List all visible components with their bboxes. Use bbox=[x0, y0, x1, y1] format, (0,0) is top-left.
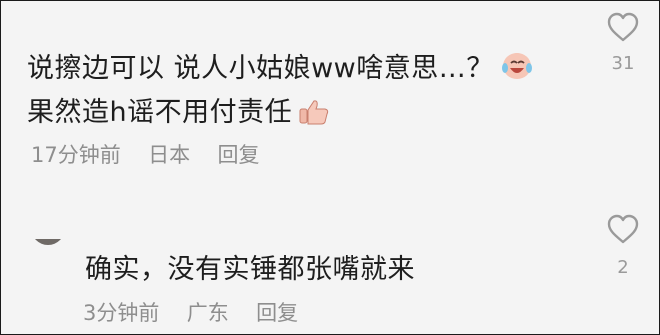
comment-time: 3分钟前 bbox=[83, 301, 160, 325]
comment-text: 说擦边可以 说人小姑娘ww啥意思…？ 果然造h谣不用付责任 bbox=[27, 49, 547, 137]
comment-text: 确实，没有实锤都张嘴就来 bbox=[85, 254, 415, 285]
comment-meta: 3分钟前 广东 回复 bbox=[83, 299, 298, 327]
like-count: 2 bbox=[617, 257, 629, 278]
comment-line-text: 说擦边可以 说人小姑娘ww啥意思…？ bbox=[27, 53, 494, 84]
like-button[interactable]: 31 bbox=[598, 11, 648, 75]
heart-icon bbox=[598, 11, 648, 43]
reply-button[interactable]: 回复 bbox=[217, 141, 259, 169]
comment-meta: 17分钟前 日本 回复 bbox=[31, 141, 259, 169]
heart-icon bbox=[598, 213, 648, 245]
comment-location: 广东 bbox=[186, 301, 229, 325]
comment-item: 确实，没有实锤都张嘴就来 3分钟前 广东 回复 2 bbox=[1, 187, 659, 334]
reply-button[interactable]: 回复 bbox=[256, 299, 298, 327]
avatar[interactable] bbox=[31, 239, 65, 249]
comment-line-text: 果然造h谣不用付责任 bbox=[27, 97, 293, 128]
like-button[interactable]: 2 bbox=[598, 213, 648, 279]
laughing-crying-emoji-icon bbox=[500, 49, 534, 93]
comment-list: 说擦边可以 说人小姑娘ww啥意思…？ 果然造h谣不用付责任 17分钟前 日本 回… bbox=[0, 0, 660, 335]
comment-item: 说擦边可以 说人小姑娘ww啥意思…？ 果然造h谣不用付责任 17分钟前 日本 回… bbox=[1, 1, 659, 187]
like-count: 31 bbox=[611, 53, 635, 74]
comment-time: 17分钟前 bbox=[31, 143, 121, 167]
comment-line: 果然造h谣不用付责任 bbox=[27, 93, 547, 137]
thumbs-up-icon bbox=[298, 97, 330, 137]
comment-line: 说擦边可以 说人小姑娘ww啥意思…？ bbox=[27, 49, 547, 93]
comment-location: 日本 bbox=[148, 143, 191, 167]
